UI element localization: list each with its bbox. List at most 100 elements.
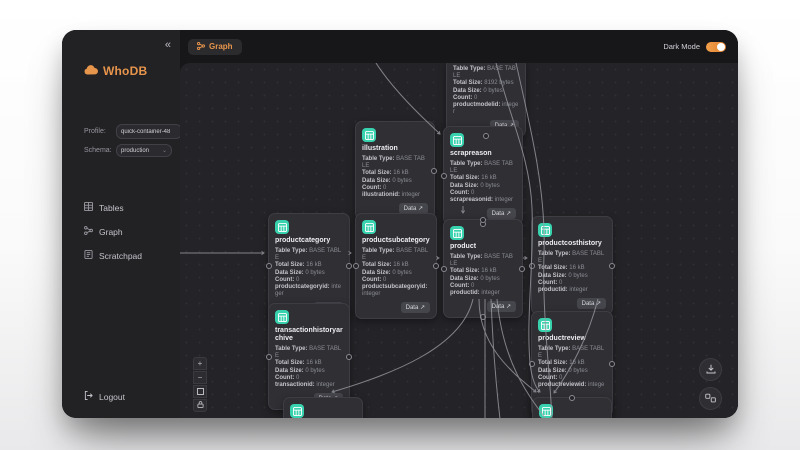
- table-icon: [538, 318, 552, 332]
- flow-controls: + −: [193, 357, 207, 412]
- profile-input[interactable]: [116, 124, 182, 139]
- sidebar-collapse-button[interactable]: «: [165, 40, 171, 51]
- tab-graph[interactable]: Graph: [188, 39, 242, 55]
- node-field: Count: 0: [275, 375, 343, 382]
- scratchpad-icon: [84, 250, 93, 261]
- table-node-illustration[interactable]: illustrationTable Type: BASE TABLETotal …: [355, 121, 435, 220]
- profile-row: Profile:: [84, 124, 182, 139]
- table-icon: [362, 220, 376, 234]
- dark-mode-toggle[interactable]: [706, 42, 726, 52]
- sidebar-item-tables[interactable]: Tables: [84, 202, 142, 213]
- node-handle[interactable]: [346, 263, 352, 269]
- node-field: Total Size: 16 kB: [275, 360, 343, 367]
- node-field: Data Size: 0 bytes: [450, 183, 516, 190]
- node-field: Total Size: 8192 bytes: [453, 80, 519, 87]
- node-field: Table Type: BASE TABLE: [450, 254, 516, 268]
- table-node-productsubcategory[interactable]: productsubcategory Table Type: BASE TABLE…: [355, 213, 437, 319]
- node-handle[interactable]: [433, 263, 439, 269]
- fit-view-button[interactable]: [193, 385, 207, 398]
- node-field: Data Size: 0 bytes: [275, 368, 343, 375]
- chevron-down-icon: ⌄: [162, 147, 167, 154]
- node-handle[interactable]: [609, 263, 615, 269]
- node-handle[interactable]: [609, 361, 615, 367]
- graph-icon: [84, 226, 93, 237]
- node-handle[interactable]: [569, 395, 575, 401]
- whodb-cloud-icon: [84, 62, 98, 80]
- node-title: scrapreason: [450, 150, 516, 158]
- logout-button[interactable]: Logout: [84, 391, 125, 402]
- node-field: Total Size: 16 kB: [275, 262, 343, 269]
- node-field: Total Size: 16 kB: [538, 265, 606, 272]
- data-button[interactable]: Data ↗: [401, 302, 430, 313]
- node-field: Table Type: BASE TABLE: [453, 66, 519, 80]
- node-field: Data Size: 0 bytes: [275, 270, 343, 277]
- node-handle[interactable]: [529, 361, 535, 367]
- schema-row: Schema: production ⌄: [84, 144, 172, 157]
- node-field: Total Size: 16 kB: [450, 175, 516, 182]
- table-icon: [539, 404, 553, 418]
- sidebar-item-graph[interactable]: Graph: [84, 226, 142, 237]
- node-handle[interactable]: [480, 217, 486, 223]
- topbar: Graph Dark Mode: [180, 30, 738, 63]
- node-handle[interactable]: [266, 263, 272, 269]
- schema-label: Schema:: [84, 147, 111, 154]
- node-handle[interactable]: [431, 168, 437, 174]
- node-handle[interactable]: [441, 266, 447, 272]
- node-title: productreview: [538, 335, 606, 343]
- table-node-table-bottom-center-partial[interactable]: [532, 397, 612, 418]
- node-field: illustrationid: integer: [362, 192, 428, 199]
- zoom-in-button[interactable]: +: [193, 357, 207, 370]
- lock-button[interactable]: [193, 399, 207, 412]
- app-window: « WhoDB Profile: Schema: production ⌄: [62, 30, 738, 418]
- node-title: productcategory: [275, 237, 343, 245]
- table-node-scrapreason[interactable]: scrapreasonTable Type: BASE TABLETotal S…: [443, 126, 523, 225]
- fit-view-icon: [197, 388, 204, 395]
- node-field: Table Type: BASE TABLE: [538, 346, 606, 360]
- toggle-knob: [717, 43, 725, 51]
- graph-canvas[interactable]: Table Type: BASE TABLETotal Size: 8192 b…: [180, 63, 738, 418]
- layout-graph-button[interactable]: [699, 387, 722, 410]
- layout-icon: [705, 390, 716, 408]
- node-field: Total Size: 16 kB: [538, 360, 606, 367]
- node-field: Table Type: BASE TABLE: [275, 346, 343, 360]
- node-field: Table Type: BASE TABLE: [275, 248, 343, 262]
- table-node-table-bottom-left-partial[interactable]: [283, 397, 363, 418]
- page-background: « WhoDB Profile: Schema: production ⌄: [0, 0, 800, 450]
- sidebar: « WhoDB Profile: Schema: production ⌄: [62, 30, 180, 418]
- node-field: Table Type: BASE TABLE: [362, 248, 430, 262]
- schema-select[interactable]: production ⌄: [116, 144, 172, 157]
- node-field: Data Size: 0 bytes: [362, 270, 430, 277]
- node-field: Data Size: 0 bytes: [362, 178, 428, 185]
- table-icon: [275, 220, 289, 234]
- node-field: Data Size: 0 bytes: [538, 273, 606, 280]
- node-handle[interactable]: [266, 354, 272, 360]
- table-icon: [290, 404, 304, 418]
- dark-mode-label: Dark Mode: [663, 42, 700, 51]
- table-node-product[interactable]: productTable Type: BASE TABLETotal Size:…: [443, 219, 523, 318]
- node-handle[interactable]: [529, 263, 535, 269]
- node-field: transactionid: integer: [275, 382, 343, 389]
- node-title: productsubcategory: [362, 237, 430, 245]
- canvas-actions: [699, 358, 722, 410]
- profile-label: Profile:: [84, 128, 111, 135]
- data-button[interactable]: Data ↗: [487, 301, 516, 312]
- data-button[interactable]: Data ↗: [487, 208, 516, 219]
- main-area: Graph Dark Mode Table Type: BASE TABLETo…: [180, 30, 738, 418]
- node-handle[interactable]: [519, 266, 525, 272]
- node-field: Count: 0: [362, 277, 430, 284]
- node-handle[interactable]: [346, 354, 352, 360]
- node-field: productsubcategoryid: integer: [362, 284, 430, 298]
- download-graph-button[interactable]: [699, 358, 722, 381]
- node-handle[interactable]: [441, 173, 447, 179]
- sidebar-item-scratchpad[interactable]: Scratchpad: [84, 250, 142, 261]
- logout-icon: [84, 391, 93, 402]
- table-node-transactionhistoryarchive[interactable]: transactionhistoryarchive Table Type: BAS…: [268, 303, 350, 410]
- data-button[interactable]: Data ↗: [577, 298, 606, 309]
- node-field: Count: 0: [538, 280, 606, 287]
- node-title: transactionhistoryarchive: [275, 327, 343, 343]
- node-handle[interactable]: [353, 263, 359, 269]
- node-field: productid: integer: [538, 287, 606, 294]
- table-node-productcosthistory[interactable]: productcosthistoryTable Type: BASE TABLE…: [531, 216, 613, 315]
- node-handle[interactable]: [480, 314, 486, 320]
- zoom-out-button[interactable]: −: [193, 371, 207, 384]
